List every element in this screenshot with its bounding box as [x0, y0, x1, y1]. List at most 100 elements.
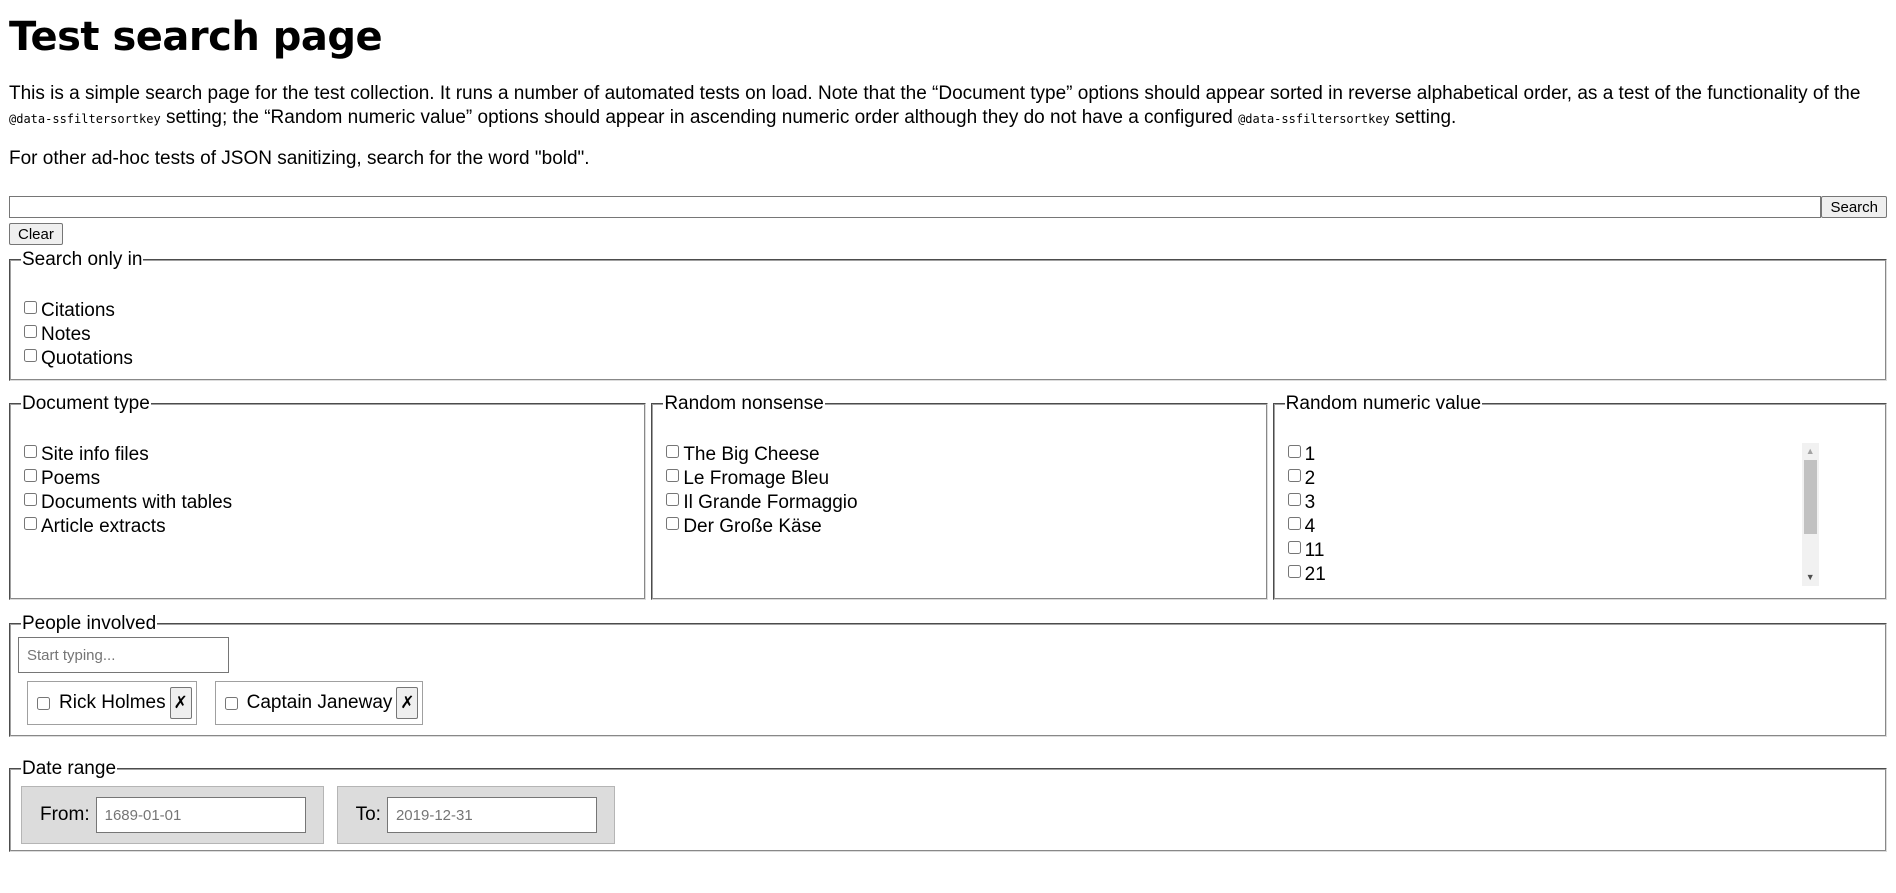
checkbox-num-3[interactable]: [1287, 493, 1301, 506]
option-label: 4: [1304, 516, 1316, 537]
page: Test search page This is a simple search…: [0, 14, 1896, 852]
checkbox-captain-janeway[interactable]: [224, 696, 238, 710]
scroll-up-arrow-icon[interactable]: ▲: [1802, 443, 1819, 460]
document-type-options: Site info files Poems Documents with tab…: [21, 443, 636, 539]
option-label: Poems: [41, 468, 101, 489]
filter-row: Document type Site info files Poems Docu…: [9, 393, 1887, 600]
person-chip-captain-janeway: Captain Janeway ✗: [214, 681, 424, 725]
checkbox-fromage-bleu[interactable]: [666, 469, 680, 482]
date-from-input[interactable]: [95, 797, 306, 833]
option-label: Citations: [41, 300, 115, 321]
checkbox-article-extracts[interactable]: [24, 517, 37, 530]
checkbox-notes[interactable]: [24, 325, 37, 338]
option-site-info-files[interactable]: Site info files: [21, 443, 636, 467]
scroll-down-arrow-icon[interactable]: ▼: [1802, 569, 1819, 586]
checkbox-num-2[interactable]: [1287, 469, 1301, 482]
checkbox-grande-formaggio[interactable]: [666, 493, 680, 506]
intro-paragraph: This is a simple search page for the tes…: [9, 82, 1887, 131]
people-involved-legend: People involved: [22, 613, 157, 634]
checkbox-big-cheese[interactable]: [666, 445, 680, 458]
checkbox-num-4[interactable]: [1287, 517, 1301, 530]
random-nonsense-legend: Random nonsense: [664, 393, 824, 414]
checkbox-poems[interactable]: [24, 469, 37, 482]
search-only-in-legend: Search only in: [22, 249, 143, 270]
date-to-label: To:: [355, 804, 381, 825]
option-quotations[interactable]: Quotations: [21, 347, 1877, 371]
intro-text-3: setting.: [1389, 107, 1457, 128]
option-label: 11: [1304, 540, 1325, 561]
option-num-3[interactable]: 3: [1285, 491, 1819, 515]
date-range-fieldset: Date range From: To:: [9, 758, 1887, 852]
option-grande-formaggio[interactable]: Il Grande Formaggio: [663, 491, 1257, 515]
option-label: Quotations: [41, 348, 133, 369]
date-range-inputs: From: To:: [21, 786, 1877, 844]
option-fromage-bleu[interactable]: Le Fromage Bleu: [663, 467, 1257, 491]
option-citations[interactable]: Citations: [21, 299, 1877, 323]
person-name: Rick Holmes: [59, 692, 166, 713]
option-label: 21: [1304, 564, 1326, 585]
selected-people: Rick Holmes ✗ Captain Janeway ✗: [27, 681, 1877, 725]
option-num-4[interactable]: 4: [1285, 515, 1819, 539]
vertical-scrollbar[interactable]: ▲ ▼: [1801, 443, 1819, 586]
option-num-1[interactable]: 1: [1285, 443, 1819, 467]
search-only-in-options: Citations Notes Quotations: [21, 299, 1877, 371]
code-sortkey-2: @data-ssfiltersortkey: [1238, 112, 1390, 126]
date-range-legend: Date range: [22, 758, 117, 779]
option-article-extracts[interactable]: Article extracts: [21, 515, 636, 539]
checkbox-num-1[interactable]: [1287, 445, 1301, 458]
option-label: Il Grande Formaggio: [683, 492, 858, 513]
option-num-2[interactable]: 2: [1285, 467, 1819, 491]
date-from-label: From:: [40, 804, 90, 825]
json-note: For other ad-hoc tests of JSON sanitizin…: [9, 148, 590, 169]
option-label: 1: [1304, 444, 1316, 465]
option-poems[interactable]: Poems: [21, 467, 636, 491]
checkbox-site-info-files[interactable]: [24, 445, 37, 458]
code-sortkey-1: @data-ssfiltersortkey: [9, 112, 161, 126]
search-input[interactable]: [9, 196, 1822, 218]
option-documents-with-tables[interactable]: Documents with tables: [21, 491, 636, 515]
scrollbar-thumb[interactable]: [1803, 460, 1817, 534]
option-num-11[interactable]: 11: [1285, 539, 1819, 563]
option-big-cheese[interactable]: The Big Cheese: [663, 443, 1257, 467]
intro-text-2: setting; the “Random numeric value” opti…: [160, 107, 1239, 128]
option-label: Documents with tables: [41, 492, 233, 513]
person-name: Captain Janeway: [246, 692, 393, 713]
document-type-legend: Document type: [22, 393, 150, 414]
person-chip-rick-holmes: Rick Holmes ✗: [27, 681, 197, 725]
option-notes[interactable]: Notes: [21, 323, 1877, 347]
clear-button[interactable]: Clear: [9, 223, 63, 245]
random-numeric-scroll-area[interactable]: 1 2 3 4 11 21 ▲ ▼: [1285, 443, 1819, 593]
option-label: Le Fromage Bleu: [683, 468, 830, 489]
page-title: Test search page: [9, 14, 383, 60]
search-button[interactable]: Search: [1821, 196, 1887, 218]
random-nonsense-options: The Big Cheese Le Fromage Bleu Il Grande…: [663, 443, 1257, 539]
remove-rick-holmes-button[interactable]: ✗: [169, 687, 192, 719]
date-to-group: To:: [336, 786, 615, 844]
random-numeric-options: 1 2 3 4 11 21: [1285, 443, 1819, 587]
people-involved-fieldset: People involved Rick Holmes ✗ Captain Ja…: [9, 613, 1887, 737]
checkbox-documents-with-tables[interactable]: [24, 493, 37, 506]
option-num-21[interactable]: 21: [1285, 563, 1819, 587]
random-numeric-fieldset: Random numeric value 1 2 3 4 11 21 ▲ ▼: [1272, 393, 1887, 600]
random-nonsense-fieldset: Random nonsense The Big Cheese Le Fromag…: [651, 393, 1268, 600]
option-label: Article extracts: [41, 516, 166, 537]
search-row: Search: [9, 196, 1887, 218]
document-type-fieldset: Document type Site info files Poems Docu…: [9, 393, 647, 600]
option-label: Site info files: [41, 444, 149, 465]
checkbox-grosse-kaese[interactable]: [666, 517, 680, 530]
remove-captain-janeway-button[interactable]: ✗: [396, 687, 419, 719]
option-label: 3: [1304, 492, 1316, 513]
intro-text-1: This is a simple search page for the tes…: [9, 83, 1861, 104]
checkbox-quotations[interactable]: [24, 349, 37, 362]
date-to-input[interactable]: [386, 797, 597, 833]
checkbox-num-11[interactable]: [1287, 541, 1301, 554]
option-label: 2: [1304, 468, 1316, 489]
people-search-input[interactable]: [18, 637, 229, 673]
random-numeric-legend: Random numeric value: [1285, 393, 1482, 414]
checkbox-num-21[interactable]: [1287, 565, 1301, 578]
option-label: Der Große Käse: [683, 516, 822, 537]
option-grosse-kaese[interactable]: Der Große Käse: [663, 515, 1257, 539]
checkbox-rick-holmes[interactable]: [37, 696, 50, 710]
option-label: Notes: [41, 324, 91, 345]
checkbox-citations[interactable]: [24, 301, 37, 314]
